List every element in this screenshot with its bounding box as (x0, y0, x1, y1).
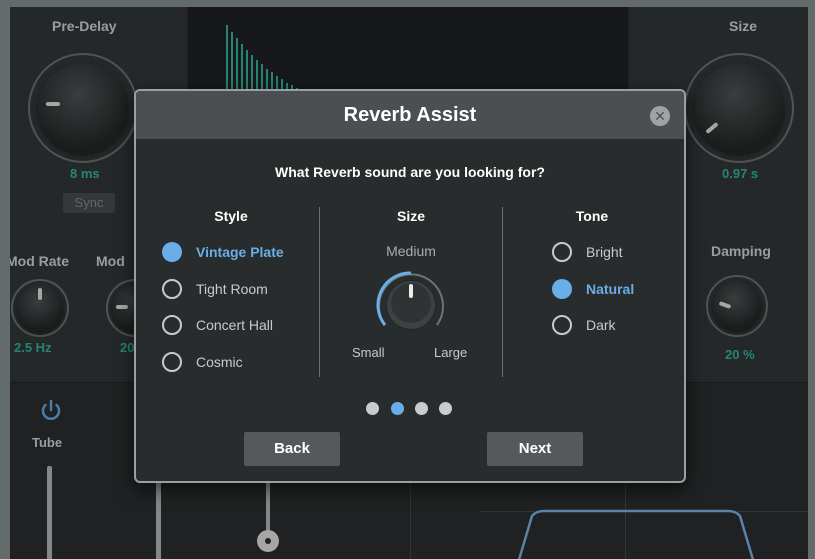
style-option-vintage-plate[interactable]: Vintage Plate (162, 240, 284, 264)
column-divider (319, 207, 320, 377)
page-dot-1[interactable] (366, 402, 379, 415)
radio-selected-icon (552, 279, 572, 299)
close-icon[interactable]: ✕ (650, 106, 670, 126)
style-heading: Style (214, 208, 248, 224)
style-option-label: Vintage Plate (196, 244, 284, 260)
tone-option-label: Bright (586, 244, 623, 260)
page-indicator (366, 402, 456, 416)
size-knob[interactable] (371, 265, 451, 345)
style-option-tight-room[interactable]: Tight Room (162, 277, 268, 301)
tone-option-dark[interactable]: Dark (552, 313, 616, 337)
radio-unselected-icon (162, 279, 182, 299)
style-option-label: Tight Room (196, 281, 268, 297)
tone-option-label: Dark (586, 317, 616, 333)
size-current-value: Medium (386, 243, 436, 259)
radio-selected-icon (162, 242, 182, 262)
size-min-label: Small (352, 345, 385, 360)
reverb-assist-dialog: Reverb Assist ✕ What Reverb sound are yo… (134, 89, 686, 483)
next-button[interactable]: Next (487, 432, 583, 466)
radio-unselected-icon (552, 242, 572, 262)
column-divider (502, 207, 503, 377)
style-option-concert-hall[interactable]: Concert Hall (162, 313, 273, 337)
radio-unselected-icon (162, 352, 182, 372)
style-option-label: Concert Hall (196, 317, 274, 333)
page-dot-4[interactable] (439, 402, 452, 415)
dialog-question: What Reverb sound are you looking for? (275, 164, 545, 180)
page-dot-2[interactable] (391, 402, 404, 415)
page-dot-3[interactable] (415, 402, 428, 415)
tone-option-bright[interactable]: Bright (552, 240, 623, 264)
dialog-title: Reverb Assist (343, 104, 477, 126)
radio-unselected-icon (552, 315, 572, 335)
tone-heading: Tone (575, 208, 609, 224)
size-heading: Size (396, 208, 425, 224)
dialog-header: Reverb Assist ✕ (136, 91, 684, 139)
back-button[interactable]: Back (244, 432, 340, 466)
style-option-label: Cosmic (196, 354, 243, 370)
tone-option-label: Natural (586, 281, 635, 297)
radio-unselected-icon (162, 315, 182, 335)
style-option-cosmic[interactable]: Cosmic (162, 350, 243, 374)
tone-option-natural[interactable]: Natural (552, 277, 634, 301)
size-max-label: Large (434, 345, 468, 360)
